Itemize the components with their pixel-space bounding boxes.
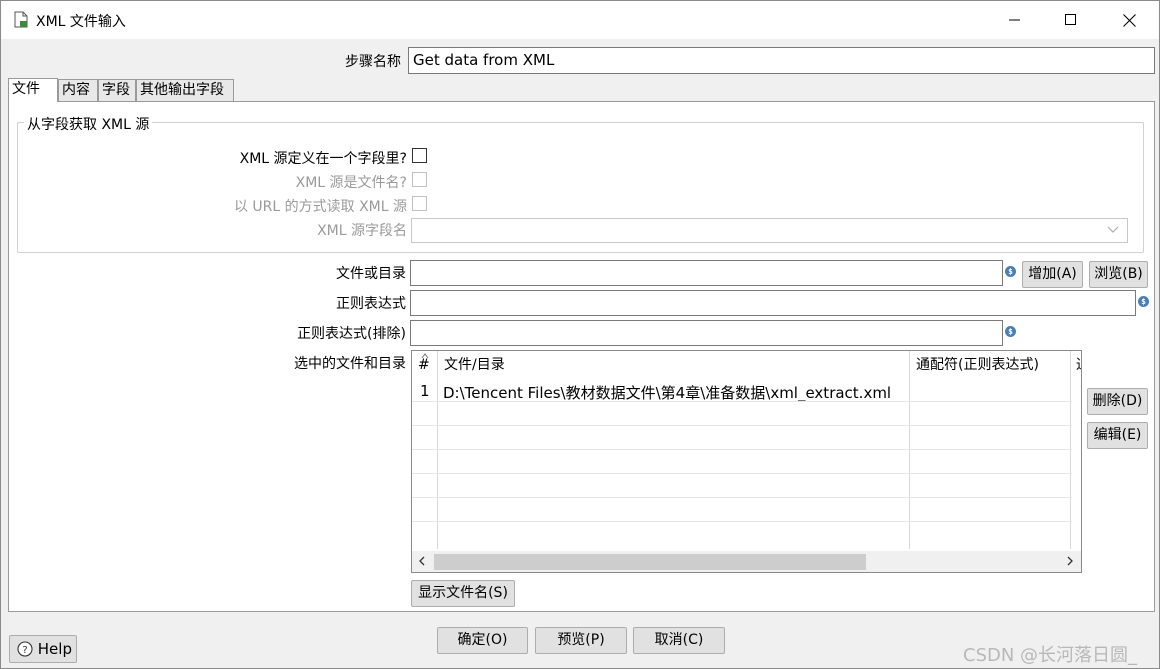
- variable-icon[interactable]: $: [1005, 266, 1016, 277]
- browse-button[interactable]: 浏览(B): [1089, 261, 1148, 288]
- help-button[interactable]: ? Help: [9, 635, 77, 663]
- column-header-more[interactable]: 通: [1070, 351, 1081, 379]
- column-divider: [1070, 351, 1071, 549]
- step-name-label: 步骤名称: [345, 54, 401, 70]
- tab-label: 其他输出字段: [140, 82, 224, 98]
- variable-icon[interactable]: $: [1005, 326, 1016, 337]
- show-filenames-button[interactable]: 显示文件名(S): [411, 580, 515, 607]
- read-as-url-label: 以 URL 的方式读取 XML 源: [233, 199, 407, 215]
- row-number: 1: [420, 382, 430, 400]
- help-label: Help: [37, 640, 72, 658]
- row-divider: [412, 401, 1072, 402]
- step-name-input[interactable]: Get data from XML: [408, 47, 1155, 74]
- xml-file-icon: [14, 11, 28, 28]
- xml-field-name-label: XML 源字段名: [317, 223, 407, 239]
- xml-in-field-label: XML 源定义在一个字段里?: [239, 151, 407, 167]
- tab-fields[interactable]: 字段: [98, 79, 136, 101]
- xml-source-group-title: 从字段获取 XML 源: [24, 114, 153, 134]
- close-button[interactable]: [1109, 7, 1149, 33]
- tab-file[interactable]: 文件: [8, 78, 58, 102]
- xml-is-filename-checkbox[interactable]: [412, 172, 427, 187]
- row-divider: [412, 473, 1072, 474]
- file-or-dir-input[interactable]: [410, 260, 1003, 286]
- row-divider: [412, 497, 1072, 498]
- read-as-url-checkbox[interactable]: [412, 196, 427, 211]
- regex-exclude-label: 正则表达式(排除): [297, 326, 406, 342]
- cancel-button[interactable]: 取消(C): [633, 627, 725, 654]
- svg-text:?: ?: [22, 645, 27, 656]
- tab-additional-output-fields[interactable]: 其他输出字段: [136, 79, 234, 101]
- variable-icon[interactable]: $: [1138, 296, 1149, 307]
- row-divider: [412, 425, 1072, 426]
- column-divider: [437, 351, 438, 549]
- dialog-window: XML 文件输入 步骤名称 Get data from XML 文件 内容 字段…: [0, 0, 1160, 669]
- edit-button[interactable]: 编辑(E): [1087, 422, 1148, 449]
- scrollbar-thumb[interactable]: [434, 554, 866, 570]
- xml-in-field-checkbox[interactable]: [412, 148, 427, 163]
- selected-files-table[interactable]: # 文件/目录 通配符(正则表达式) 通 1 D:\Tencent Files\…: [411, 350, 1082, 573]
- scroll-left-icon[interactable]: [418, 556, 426, 566]
- tab-content[interactable]: 内容: [58, 79, 98, 101]
- chevron-down-icon: [1107, 226, 1119, 233]
- selected-files-label: 选中的文件和目录: [294, 356, 406, 372]
- tab-label: 字段: [102, 82, 130, 98]
- xml-field-name-select[interactable]: [411, 218, 1128, 243]
- regex-input[interactable]: [410, 290, 1136, 316]
- title-bar: XML 文件输入: [1, 1, 1159, 39]
- maximize-button[interactable]: [1051, 7, 1091, 33]
- scroll-right-icon[interactable]: [1066, 556, 1074, 566]
- preview-button[interactable]: 预览(P): [535, 627, 627, 654]
- column-divider: [909, 351, 910, 549]
- sort-up-icon: [421, 353, 429, 359]
- file-or-dir-label: 文件或目录: [336, 266, 406, 282]
- help-icon: ?: [17, 641, 33, 657]
- row-divider: [412, 521, 1072, 522]
- close-icon: [1122, 13, 1136, 27]
- ok-button[interactable]: 确定(O): [437, 627, 528, 654]
- regex-exclude-input[interactable]: [410, 320, 1003, 346]
- window-title: XML 文件输入: [36, 14, 126, 30]
- tab-label: 内容: [62, 82, 90, 98]
- horizontal-scrollbar[interactable]: [412, 551, 1081, 572]
- row-divider: [412, 449, 1072, 450]
- column-header-file[interactable]: 文件/目录: [438, 351, 910, 379]
- xml-is-filename-label: XML 源是文件名?: [295, 175, 407, 191]
- maximize-icon: [1065, 14, 1076, 25]
- watermark: CSDN @长河落日圆_: [963, 645, 1138, 666]
- regex-label: 正则表达式: [336, 296, 406, 312]
- delete-button[interactable]: 删除(D): [1087, 388, 1148, 415]
- tab-label: 文件: [12, 81, 40, 97]
- column-header-wildcard[interactable]: 通配符(正则表达式): [910, 351, 1070, 379]
- add-button[interactable]: 增加(A): [1022, 261, 1083, 288]
- minimize-icon: [1009, 19, 1020, 21]
- minimize-button[interactable]: [995, 7, 1035, 33]
- table-row-path[interactable]: D:\Tencent Files\教材数据文件\第4章\准备数据\xml_ext…: [443, 382, 905, 403]
